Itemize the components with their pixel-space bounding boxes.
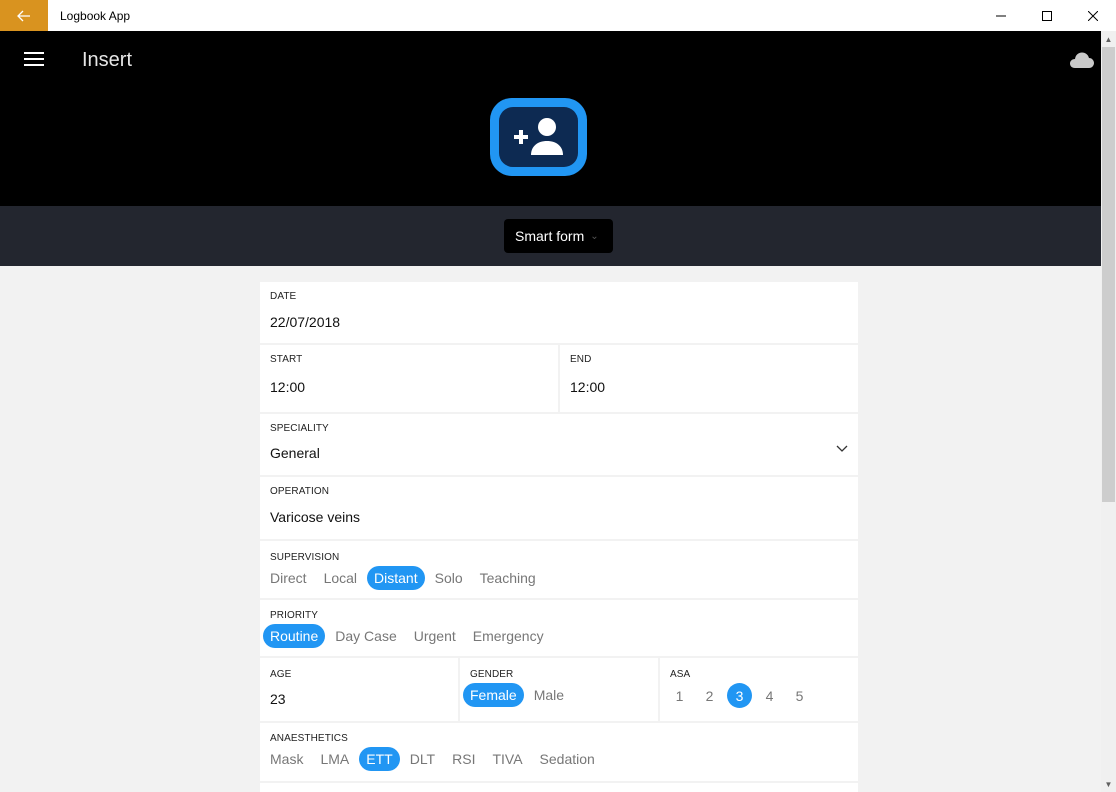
window-titlebar: Logbook App [0,0,1116,31]
end-label: END [570,354,592,365]
supervision-options: Direct Local Distant Solo Teaching [263,566,848,590]
form-type-bar: Smart form ⌄ [0,206,1101,266]
gender-field: GENDER Female Male [458,658,658,721]
priority-option-emergency[interactable]: Emergency [466,624,551,648]
anaesthetics-label: ANAESTHETICS [270,733,348,744]
supervision-option-local[interactable]: Local [317,566,364,590]
scroll-down-icon[interactable]: ▼ [1101,776,1116,792]
speciality-dropdown[interactable]: SPECIALITY General [260,414,858,475]
anaesthetics-option-sedation[interactable]: Sedation [533,747,602,771]
add-person-icon [490,98,587,176]
cloud-icon[interactable] [1069,51,1095,74]
vertical-scrollbar[interactable]: ▲ ▼ [1101,31,1116,792]
minimize-icon [996,15,1006,16]
operation-row: OPERATION Varicose veins [260,477,858,539]
operation-label: OPERATION [270,486,330,497]
chevron-down-icon: ⌄ [590,230,599,242]
supervision-field: SUPERVISION Direct Local Distant Solo Te… [260,541,858,598]
gender-label: GENDER [470,669,514,680]
form-type-dropdown[interactable]: Smart form ⌄ [504,219,613,253]
supervision-option-solo[interactable]: Solo [428,566,470,590]
window-controls [978,0,1116,31]
gender-options: Female Male [463,683,648,707]
patient-row: AGE 23 GENDER Female Male ASA 1 2 3 4 5 [260,658,858,721]
speciality-label: SPECIALITY [270,423,329,434]
priority-options: Routine Day Case Urgent Emergency [263,624,848,648]
age-label: AGE [270,669,292,680]
speciality-value[interactable]: General [270,445,848,461]
anaesthetics-option-rsi[interactable]: RSI [445,747,482,771]
anaesthetics-option-tiva[interactable]: TIVA [485,747,529,771]
close-button[interactable] [1070,0,1116,31]
operation-value[interactable]: Varicose veins [270,509,848,525]
supervision-row: SUPERVISION Direct Local Distant Solo Te… [260,541,858,598]
page-title: Insert [82,49,133,71]
back-button[interactable] [0,0,48,31]
time-row: START 12:00 END 12:00 [260,345,858,412]
end-value[interactable]: 12:00 [570,379,848,395]
date-row: DATE 22/07/2018 [260,282,858,343]
date-value[interactable]: 22/07/2018 [270,314,848,330]
priority-label: PRIORITY [270,610,319,621]
age-value[interactable]: 23 [270,691,448,707]
supervision-option-direct[interactable]: Direct [263,566,314,590]
asa-option-3[interactable]: 3 [727,683,752,708]
anaesthetics-options: Mask LMA ETT DLT RSI TIVA Sedation [263,747,848,771]
date-label: DATE [270,291,297,302]
scroll-up-icon[interactable]: ▲ [1101,31,1116,47]
operation-field[interactable]: OPERATION Varicose veins [260,477,858,539]
asa-option-4[interactable]: 4 [757,683,782,708]
start-field[interactable]: START 12:00 [260,345,558,412]
maximize-icon [1042,10,1052,21]
supervision-option-distant[interactable]: Distant [367,566,425,590]
anaesthetics-option-mask[interactable]: Mask [263,747,310,771]
priority-option-urgent[interactable]: Urgent [407,624,463,648]
supervision-label: SUPERVISION [270,552,340,563]
priority-row: PRIORITY Routine Day Case Urgent Emergen… [260,600,858,656]
age-field[interactable]: AGE 23 [260,658,458,721]
start-label: START [270,354,303,365]
asa-label: ASA [670,669,691,680]
anaesthetics-option-lma[interactable]: LMA [313,747,356,771]
priority-option-day-case[interactable]: Day Case [328,624,403,648]
end-field[interactable]: END 12:00 [558,345,858,412]
asa-field: ASA 1 2 3 4 5 [658,658,858,721]
next-row-partial [260,783,858,792]
close-icon [1088,10,1098,21]
anaesthetics-option-dlt[interactable]: DLT [403,747,442,771]
asa-option-1[interactable]: 1 [667,683,692,708]
gender-option-male[interactable]: Male [527,683,571,707]
gender-option-female[interactable]: Female [463,683,524,707]
anaesthetics-option-ett[interactable]: ETT [359,747,400,771]
app-title: Logbook App [60,8,131,23]
priority-field: PRIORITY Routine Day Case Urgent Emergen… [260,600,858,656]
supervision-option-teaching[interactable]: Teaching [473,566,543,590]
insert-form: DATE 22/07/2018 START 12:00 END 12:00 SP… [260,282,858,792]
start-value[interactable]: 12:00 [270,379,548,395]
speciality-row: SPECIALITY General [260,414,858,475]
hamburger-icon[interactable] [24,52,44,68]
asa-options: 1 2 3 4 5 [667,683,848,708]
scroll-thumb[interactable] [1102,47,1115,502]
form-type-label: Smart form [515,228,585,244]
date-field[interactable]: DATE 22/07/2018 [260,282,858,343]
page-header: Insert [0,31,1101,206]
asa-option-5[interactable]: 5 [787,683,812,708]
anaesthetics-field: ANAESTHETICS Mask LMA ETT DLT RSI TIVA S… [260,723,858,781]
asa-option-2[interactable]: 2 [697,683,722,708]
anaesthetics-row: ANAESTHETICS Mask LMA ETT DLT RSI TIVA S… [260,723,858,781]
minimize-button[interactable] [978,0,1024,31]
maximize-button[interactable] [1024,0,1070,31]
chevron-down-icon[interactable] [836,445,848,453]
arrow-left-icon [17,10,30,21]
priority-option-routine[interactable]: Routine [263,624,326,648]
